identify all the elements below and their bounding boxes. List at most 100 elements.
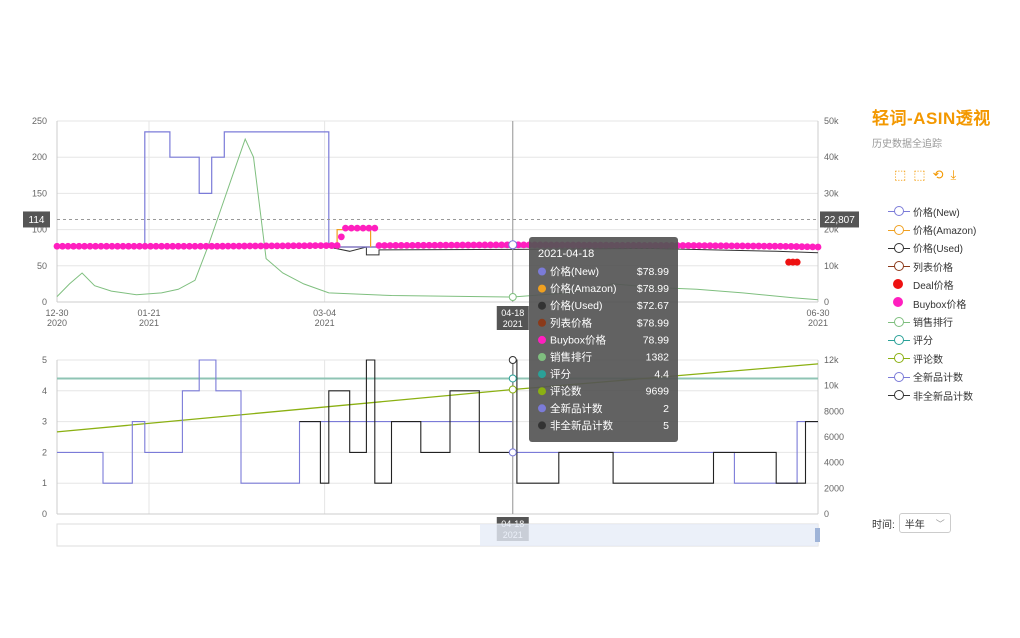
tooltip-value: 4.4 — [654, 369, 669, 381]
y-tick-label: 5 — [42, 355, 47, 365]
brand-subtitle: 历史数据全追踪 — [872, 139, 942, 150]
legend-marker-icon — [888, 206, 910, 217]
legend-item[interactable]: Buybox价格 — [888, 294, 1012, 312]
buybox-point — [814, 243, 822, 251]
zoom-icon[interactable]: ⬚ — [894, 168, 906, 182]
tooltip-label: 价格(Used) — [550, 299, 603, 312]
legend-item[interactable]: 全新品计数 — [888, 368, 1012, 386]
time-range-label: 时间: — [872, 519, 895, 531]
zoom-slider-window — [480, 524, 818, 546]
legend-item[interactable]: 评分 — [888, 331, 1012, 349]
buybox-point — [333, 242, 341, 249]
buybox-point — [365, 224, 373, 232]
legend-marker-icon — [888, 224, 910, 235]
y2-tick-label: 2000 — [824, 483, 844, 493]
legend-item[interactable]: 列表价格 — [888, 257, 1012, 275]
buybox-point — [342, 224, 349, 232]
y2-tick-label: 30k — [824, 188, 839, 198]
tooltip: 2021-04-18 价格(New) $78.99 价格(Amazon) $78.99 价… — [529, 237, 678, 442]
time-range-value: 半年 — [904, 519, 925, 531]
legend-item[interactable]: 价格(Amazon) — [888, 220, 1012, 238]
chart-legend: 价格(New) 价格(Amazon) 价格(Used) 列表价格 Deal价格 Buybo… — [888, 202, 1012, 404]
buybox-point — [347, 224, 355, 232]
brand-title: 轻词-ASIN透视 — [872, 109, 991, 128]
chart-toolbar: ⬚ ⬚ ⟲ ⤓ — [894, 168, 1012, 182]
legend-item[interactable]: 非全新品计数 — [888, 386, 1012, 404]
hover-marker — [508, 240, 518, 250]
y2-tick-label: 40k — [824, 152, 839, 162]
tooltip-swatch — [538, 387, 546, 396]
y-tick-label: 50 — [37, 261, 47, 271]
hover-date-label: 04-18 — [501, 308, 524, 318]
y-tick-label: 0 — [42, 297, 47, 307]
zoom-handle[interactable] — [815, 528, 820, 542]
chevron-down-icon: ﹀ — [935, 518, 945, 529]
tooltip-value: $72.67 — [637, 300, 669, 312]
y-tick-label: 4 — [42, 386, 47, 396]
tooltip-label: 列表价格 — [550, 316, 592, 329]
legend-marker-icon — [888, 278, 910, 290]
tooltip-value: 5 — [663, 420, 669, 432]
legend-label: 评论数 — [913, 354, 943, 366]
hover-value-left: 114 — [29, 215, 45, 226]
tooltip-swatch — [538, 335, 546, 344]
legend-label: 非全新品计数 — [913, 391, 973, 403]
deal-point — [793, 258, 801, 266]
restore-icon[interactable]: ⟲ — [933, 168, 944, 182]
tooltip-swatch — [538, 404, 546, 413]
tooltip-date: 2021-04-18 — [538, 248, 594, 260]
legend-label: 价格(New) — [913, 207, 960, 219]
tooltip-swatch — [538, 267, 546, 276]
legend-item[interactable]: 评论数 — [888, 349, 1012, 367]
y2-tick-label: 8000 — [824, 406, 844, 416]
buybox-point — [337, 233, 345, 241]
legend-marker-icon — [888, 390, 910, 401]
tooltip-swatch — [538, 284, 546, 293]
y2-tick-label: 10k — [824, 261, 839, 271]
x-tick-label: 03-04 — [313, 308, 336, 318]
y-tick-label: 200 — [32, 152, 47, 162]
buybox-point — [359, 224, 367, 232]
legend-item[interactable]: Deal价格 — [888, 276, 1012, 294]
x-tick-label: 06-30 — [806, 308, 829, 318]
legend-marker-icon — [888, 371, 910, 382]
time-range-select[interactable]: 半年 ﹀ — [898, 513, 951, 533]
y-tick-label: 2 — [42, 447, 47, 457]
legend-label: 价格(Amazon) — [913, 226, 977, 238]
tooltip-value: 1382 — [646, 352, 670, 364]
tooltip-label: 评论数 — [550, 385, 582, 398]
price-history-chart[interactable]: 050100150200250010k20k30k40k50k12-302020… — [0, 0, 868, 560]
tooltip-label: 全新品计数 — [550, 402, 603, 415]
legend-marker-icon — [888, 261, 910, 272]
tooltip-label: 销售排行 — [550, 351, 592, 364]
tooltip-value: $78.99 — [637, 317, 669, 329]
tooltip-swatch — [538, 421, 546, 430]
legend-item[interactable]: 销售排行 — [888, 312, 1012, 330]
tooltip-value: $78.99 — [637, 266, 669, 278]
legend-label: 列表价格 — [913, 262, 953, 274]
tooltip-swatch — [538, 353, 546, 361]
buybox-point — [353, 224, 361, 232]
download-icon[interactable]: ⤓ — [951, 168, 957, 182]
legend-label: Buybox价格 — [913, 299, 967, 311]
hover-marker — [508, 448, 517, 457]
hover-value-right: 22,807 — [824, 215, 855, 226]
tooltip-value: 9699 — [646, 386, 670, 398]
zoom-reset-icon[interactable]: ⬚ — [913, 168, 925, 182]
tooltip-label: 价格(Amazon) — [550, 282, 617, 295]
y2-tick-label: 4000 — [824, 458, 844, 468]
y-tick-label: 0 — [42, 509, 47, 519]
legend-item[interactable]: 价格(Used) — [888, 239, 1012, 257]
hover-marker — [508, 374, 517, 383]
legend-label: Deal价格 — [913, 281, 954, 293]
y-tick-label: 250 — [32, 116, 47, 126]
tooltip-swatch — [538, 370, 546, 379]
time-range-control: 时间: 半年 ﹀ — [872, 513, 951, 533]
x-tick-label: 01-21 — [137, 308, 160, 318]
legend-item[interactable]: 价格(New) — [888, 202, 1012, 220]
y2-tick-label: 50k — [824, 116, 839, 126]
side-panel: 轻词-ASIN透视 历史数据全追踪 ⬚ ⬚ ⟲ ⤓ 价格(New) 价格(Amazon)… — [872, 104, 1012, 404]
y2-tick-label: 0 — [824, 297, 829, 307]
legend-marker-icon — [888, 242, 910, 253]
x-tick-label: 12-30 — [45, 308, 68, 318]
